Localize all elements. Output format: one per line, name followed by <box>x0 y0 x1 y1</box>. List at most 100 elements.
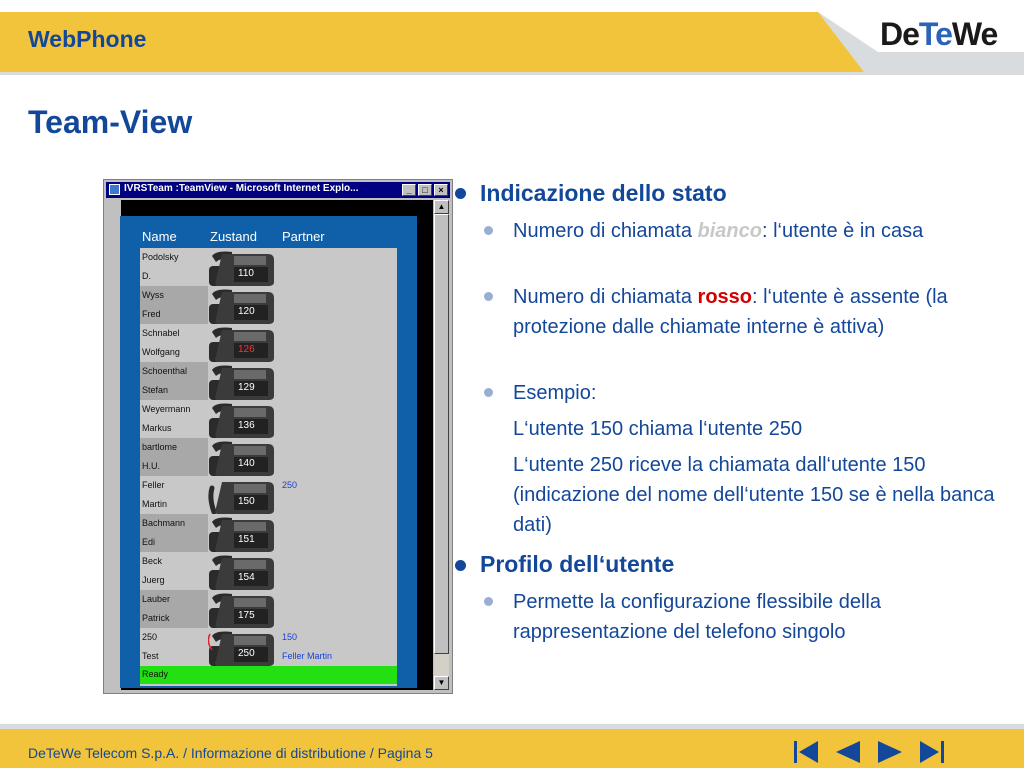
phone-icon[interactable]: 250 <box>207 630 278 666</box>
user-firstname: Stefan <box>142 385 169 395</box>
extension-number: 140 <box>238 458 255 469</box>
user-surname: Wyss <box>142 290 164 300</box>
bullet-bianco-pre: Numero di chiamata <box>513 220 698 242</box>
table-row[interactable]: Podolsky D. 110 <box>140 248 397 286</box>
bullet-icon <box>455 188 466 199</box>
bullet-profile: Permette la configurazione flessibile de… <box>513 591 881 643</box>
table-row[interactable]: 250 Test 250 150 Feller Martin <box>140 628 397 666</box>
partner-number: 250 <box>282 480 298 490</box>
partner-number: 150 <box>282 632 298 642</box>
minimize-icon[interactable]: _ <box>402 184 416 196</box>
keyword-bianco: bianco <box>697 220 762 242</box>
user-firstname: Edi <box>142 537 156 547</box>
table-row[interactable]: Beck Juerg 154 <box>140 552 397 590</box>
status-text: Ready <box>142 669 169 679</box>
extension-number: 129 <box>238 382 255 393</box>
phone-icon[interactable]: 129 <box>208 364 278 400</box>
table-row[interactable]: Wyss Fred 120 <box>140 286 397 324</box>
bullet-bianco: Numero di chiamata bianco: l‘utente è in… <box>513 216 993 246</box>
phone-icon[interactable]: 140 <box>208 440 278 476</box>
bullet-icon <box>484 292 493 301</box>
extension-number: 154 <box>238 572 255 583</box>
scroll-down-icon[interactable]: ▼ <box>434 676 449 690</box>
section-status-title: Indicazione dello stato <box>480 180 727 206</box>
extension-number: 175 <box>238 610 255 621</box>
bullet-icon <box>455 560 466 571</box>
table-row[interactable]: Schoenthal Stefan 129 <box>140 362 397 400</box>
table-row[interactable]: Schnabel Wolfgang 126 <box>140 324 397 362</box>
user-surname: Schoenthal <box>142 366 188 376</box>
user-surname: Schnabel <box>142 328 180 338</box>
user-surname: Feller <box>142 480 165 490</box>
column-zustand: Zustand <box>210 229 257 244</box>
extension-number: 136 <box>238 420 255 431</box>
next-page-icon[interactable] <box>876 738 904 766</box>
header-divider <box>0 72 1024 75</box>
close-icon[interactable]: × <box>434 184 448 196</box>
teamview-header: Name Zustand Partner <box>140 226 397 248</box>
table-row[interactable]: Feller Martin 150 250 <box>140 476 397 515</box>
status-bar: Ready <box>140 666 397 684</box>
teamview-table: Name Zustand Partner Podolsky D. 110 Wyss Fr… <box>140 226 397 686</box>
user-surname: Bachmann <box>142 518 186 528</box>
user-firstname: Markus <box>142 423 172 433</box>
table-row[interactable]: Weyermann Markus 136 <box>140 400 397 438</box>
browser-app-icon <box>109 184 120 195</box>
table-row[interactable]: bartlome H.U. 140 <box>140 438 397 476</box>
bullet-rosso: Numero di chiamata rosso: l‘utente è ass… <box>513 282 953 342</box>
extension-number: 151 <box>238 534 255 545</box>
column-name: Name <box>142 229 177 244</box>
phone-icon[interactable]: 150 <box>208 478 278 515</box>
user-firstname: H.U. <box>142 461 160 471</box>
user-firstname: Martin <box>142 499 168 509</box>
extension-number: 110 <box>238 268 254 279</box>
user-firstname: Fred <box>142 309 161 319</box>
scroll-up-icon[interactable]: ▲ <box>434 200 449 214</box>
keyword-rosso: rosso <box>697 286 752 308</box>
table-row[interactable]: Lauber Patrick 175 <box>140 590 397 628</box>
window-title: IVRSTeam :TeamView - Microsoft Internet … <box>124 183 359 194</box>
bullet-esempio: Esempio: <box>513 382 597 404</box>
user-surname: Podolsky <box>142 252 179 262</box>
phone-icon[interactable]: 110 <box>208 250 278 286</box>
phone-icon[interactable]: 175 <box>208 592 278 628</box>
user-firstname: D. <box>142 271 151 281</box>
user-surname: Lauber <box>142 594 171 604</box>
phone-icon[interactable]: 120 <box>208 288 278 324</box>
maximize-icon[interactable]: □ <box>418 184 432 196</box>
section-profile-title: Profilo dell‘utente <box>480 551 675 577</box>
user-firstname: Patrick <box>142 613 170 623</box>
detewe-logo: DeTeWe <box>880 16 998 52</box>
example-line-2: L‘utente 250 riceve la chiamata dall‘ute… <box>513 454 995 536</box>
user-firstname: Juerg <box>142 575 165 585</box>
window-titlebar: IVRSTeam :TeamView - Microsoft Internet … <box>106 182 450 198</box>
example-line-1: L‘utente 150 chiama l‘utente 250 <box>513 418 803 440</box>
extension-number: 120 <box>238 306 255 317</box>
bullet-icon <box>484 226 493 235</box>
bullet-icon <box>484 388 493 397</box>
scrollbar-thumb[interactable] <box>434 214 449 654</box>
user-firstname: Test <box>142 651 159 661</box>
user-surname: 250 <box>142 632 158 642</box>
phone-icon[interactable]: 151 <box>208 516 278 552</box>
first-page-icon[interactable] <box>792 738 820 766</box>
user-surname: bartlome <box>142 442 178 452</box>
bullet-rosso-pre: Numero di chiamata <box>513 286 698 308</box>
bullet-bianco-post: : l‘utente è in casa <box>761 220 924 242</box>
extension-number: 126 <box>238 344 255 355</box>
phone-icon[interactable]: 154 <box>208 554 278 590</box>
previous-page-icon[interactable] <box>834 738 862 766</box>
extension-number: 250 <box>238 648 255 659</box>
partner-name: Feller Martin <box>282 651 333 661</box>
phone-icon[interactable]: 136 <box>208 402 278 438</box>
page-title: Team-View <box>28 104 193 140</box>
extension-number: 150 <box>238 496 255 507</box>
table-row[interactable]: Bachmann Edi 151 <box>140 514 397 552</box>
bullet-icon <box>484 597 493 606</box>
last-page-icon[interactable] <box>918 738 946 766</box>
vertical-scrollbar[interactable]: ▲ ▼ <box>434 200 449 690</box>
user-surname: Weyermann <box>142 404 191 414</box>
user-firstname: Wolfgang <box>142 347 180 357</box>
phone-icon[interactable]: 126 <box>208 326 278 362</box>
column-partner: Partner <box>282 229 325 244</box>
